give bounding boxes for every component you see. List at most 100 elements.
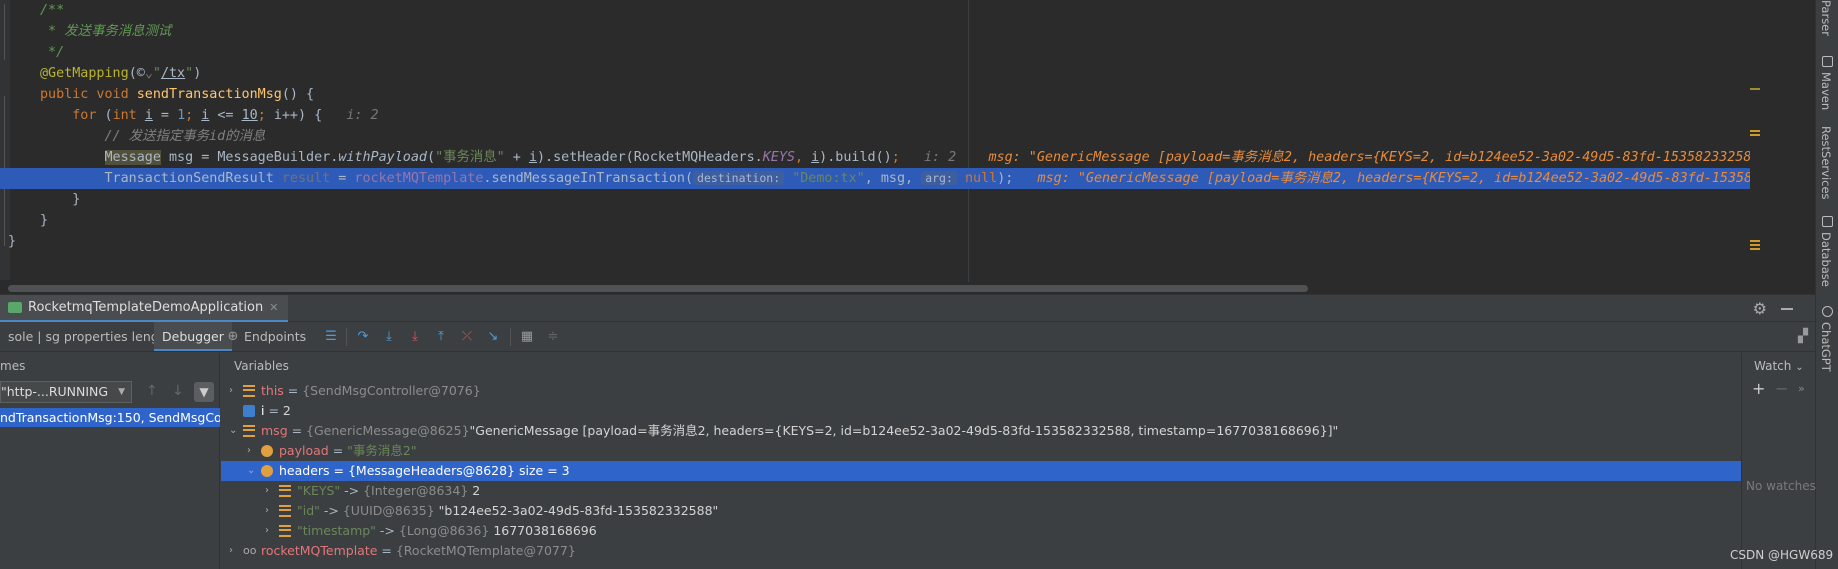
- variable-operator: ->: [319, 503, 343, 518]
- arrow-up-icon[interactable]: ↑: [146, 383, 158, 399]
- variable-row-timestamp[interactable]: › "timestamp" -> {Long@8636} 167703816869…: [221, 521, 1741, 541]
- watch-header[interactable]: Watch ⌄: [1754, 353, 1804, 379]
- trace-icon[interactable]: ≑: [546, 330, 560, 344]
- error-stripe-mark[interactable]: [1750, 88, 1760, 90]
- tool-tab-parser[interactable]: Parser: [1819, 0, 1833, 36]
- code-editor[interactable]: /** * 发送事务消息测试 */@GetMapping(©⌄"/tx") pub…: [0, 0, 1760, 294]
- code-token: =: [152, 108, 178, 123]
- variable-operator: =: [328, 443, 348, 458]
- collapse-arrow-icon[interactable]: ›: [265, 481, 275, 501]
- variable-row-this[interactable]: › this = {SendMsgController@7076}: [221, 381, 1741, 401]
- variable-row-keys[interactable]: › "KEYS" -> {Integer@8634} 2: [221, 481, 1741, 501]
- code-line[interactable]: @GetMapping(©⌄"/tx"): [0, 63, 1760, 84]
- restore-layout-icon[interactable]: ▞: [1796, 330, 1810, 344]
- remove-watch-icon[interactable]: −: [1775, 379, 1788, 398]
- code-token: * 发送事务消息测试: [40, 24, 172, 39]
- code-line[interactable]: }: [0, 210, 1760, 231]
- variable-row-template[interactable]: › oo rocketMQTemplate = {RocketMQTemplate@…: [221, 541, 1741, 561]
- collapse-arrow-icon[interactable]: ›: [265, 501, 275, 521]
- step-over-icon[interactable]: ↷: [356, 330, 370, 344]
- variable-row-msg[interactable]: ⌄ msg = {GenericMessage@8625}"GenericMess…: [221, 421, 1741, 441]
- code-line[interactable]: */: [0, 42, 1760, 63]
- code-line[interactable]: }: [0, 231, 1760, 252]
- step-into-icon[interactable]: ⤓: [382, 330, 396, 344]
- execution-line[interactable]: TransactionSendResult result = rocketMQT…: [0, 168, 1760, 189]
- collapse-arrow-icon[interactable]: ›: [247, 441, 257, 461]
- code-token: }: [40, 192, 81, 207]
- final-field-icon: [261, 465, 273, 477]
- close-icon[interactable]: ✕: [269, 301, 278, 314]
- code-line-text: /**: [40, 0, 64, 21]
- layout-menu-icon[interactable]: ☰: [324, 330, 338, 344]
- add-watch-icon[interactable]: +: [1752, 379, 1765, 398]
- code-token: null: [964, 171, 998, 186]
- variable-text: "timestamp" -> {Long@8636} 1677038168696: [297, 521, 597, 541]
- code-token: rocketMQTemplate: [354, 171, 484, 186]
- variable-text: payload = "事务消息2": [279, 441, 417, 461]
- evaluate-expression-icon[interactable]: ▦: [520, 330, 534, 344]
- drop-frame-icon[interactable]: ⤫: [460, 330, 474, 344]
- collapse-arrow-icon[interactable]: ›: [265, 521, 275, 541]
- minimize-icon[interactable]: [1781, 308, 1793, 310]
- code-line[interactable]: public void sendTransactionMsg() {: [0, 84, 1760, 105]
- collapse-arrow-icon[interactable]: ›: [229, 541, 239, 561]
- code-token: }: [40, 213, 49, 228]
- step-out-icon[interactable]: ⤒: [434, 330, 448, 344]
- tool-tab-maven[interactable]: Maven: [1819, 72, 1833, 110]
- tool-tab-chatgpt[interactable]: ChatGPT: [1819, 322, 1833, 372]
- error-stripe-mark[interactable]: [1750, 130, 1760, 132]
- chevron-right-icon[interactable]: »: [1798, 382, 1805, 395]
- code-line[interactable]: }: [0, 189, 1760, 210]
- field-icon: [279, 485, 291, 497]
- variable-row-headers[interactable]: ⌄ headers = {MessageHeaders@8628} size = …: [221, 461, 1741, 481]
- force-step-into-icon[interactable]: ⤓: [408, 330, 422, 344]
- filter-icon[interactable]: ▼: [194, 382, 214, 402]
- code-token: 1: [177, 108, 186, 123]
- gear-icon[interactable]: ⚙: [1753, 299, 1767, 318]
- expand-arrow-icon[interactable]: ⌄: [247, 461, 257, 481]
- variable-name: this: [261, 383, 284, 398]
- error-stripe-mark[interactable]: [1750, 248, 1760, 250]
- tool-tab-restservices[interactable]: RestServices: [1819, 126, 1833, 200]
- toolbar-separator: [346, 328, 347, 346]
- variable-row-i[interactable]: i = 2: [221, 401, 1741, 421]
- variable-text: "id" -> {UUID@8635} "b124ee52-3a02-49d5-…: [297, 501, 718, 521]
- error-stripe-mark[interactable]: [1750, 240, 1760, 242]
- variable-type: {SendMsgController@7076}: [302, 383, 481, 398]
- error-stripe-mark[interactable]: [1750, 244, 1760, 246]
- variable-name: "KEYS": [297, 483, 341, 498]
- variable-row-payload[interactable]: › payload = "事务消息2": [221, 441, 1741, 461]
- error-stripe[interactable]: [1750, 0, 1760, 294]
- thread-selector[interactable]: "http-...RUNNING ▼: [0, 381, 132, 403]
- run-to-cursor-icon[interactable]: ↘: [486, 330, 500, 344]
- error-stripe-mark[interactable]: [1750, 134, 1760, 136]
- code-line[interactable]: /**: [0, 0, 1760, 21]
- tab-console[interactable]: sole | sg properties length: [0, 322, 180, 351]
- code-token: Message: [104, 150, 161, 165]
- code-token: ⌄: [144, 66, 153, 81]
- arrow-down-icon[interactable]: ↓: [172, 383, 184, 399]
- code-line-text: }: [8, 231, 16, 252]
- debug-toolbar: sole | sg properties length Debugger ⊕ E…: [0, 322, 1815, 352]
- code-line[interactable]: for (int i = 1; i <= 10; i++) { i: 2: [0, 105, 1760, 126]
- parameter-hint: arg:: [921, 171, 957, 185]
- tab-debugger[interactable]: Debugger: [154, 322, 232, 351]
- collapse-arrow-icon[interactable]: ›: [229, 381, 239, 401]
- run-config-tab[interactable]: RocketmqTemplateDemoApplication ✕: [0, 295, 289, 322]
- code-token: public void: [40, 87, 137, 102]
- variable-operator: ->: [340, 483, 364, 498]
- code-line[interactable]: Message msg = MessageBuilder.withPayload…: [0, 147, 1760, 168]
- code-token: msg = MessageBuilder.: [160, 150, 339, 165]
- code-line[interactable]: // 发送指定事务id的消息: [0, 126, 1760, 147]
- variable-value: "事务消息2": [347, 443, 417, 458]
- expand-arrow-icon[interactable]: ⌄: [229, 421, 239, 441]
- code-line[interactable]: * 发送事务消息测试: [0, 21, 1760, 42]
- tab-endpoints[interactable]: Endpoints: [236, 322, 314, 351]
- tool-tab-database[interactable]: Database: [1819, 232, 1833, 287]
- horizontal-scrollbar-thumb[interactable]: [8, 285, 1308, 292]
- code-line-text: // 发送指定事务id的消息: [40, 126, 265, 147]
- variable-row-id[interactable]: › "id" -> {UUID@8635} "b124ee52-3a02-49d5…: [221, 501, 1741, 521]
- frame-row-selected[interactable]: ndTransactionMsg:150, SendMsgController: [0, 408, 220, 427]
